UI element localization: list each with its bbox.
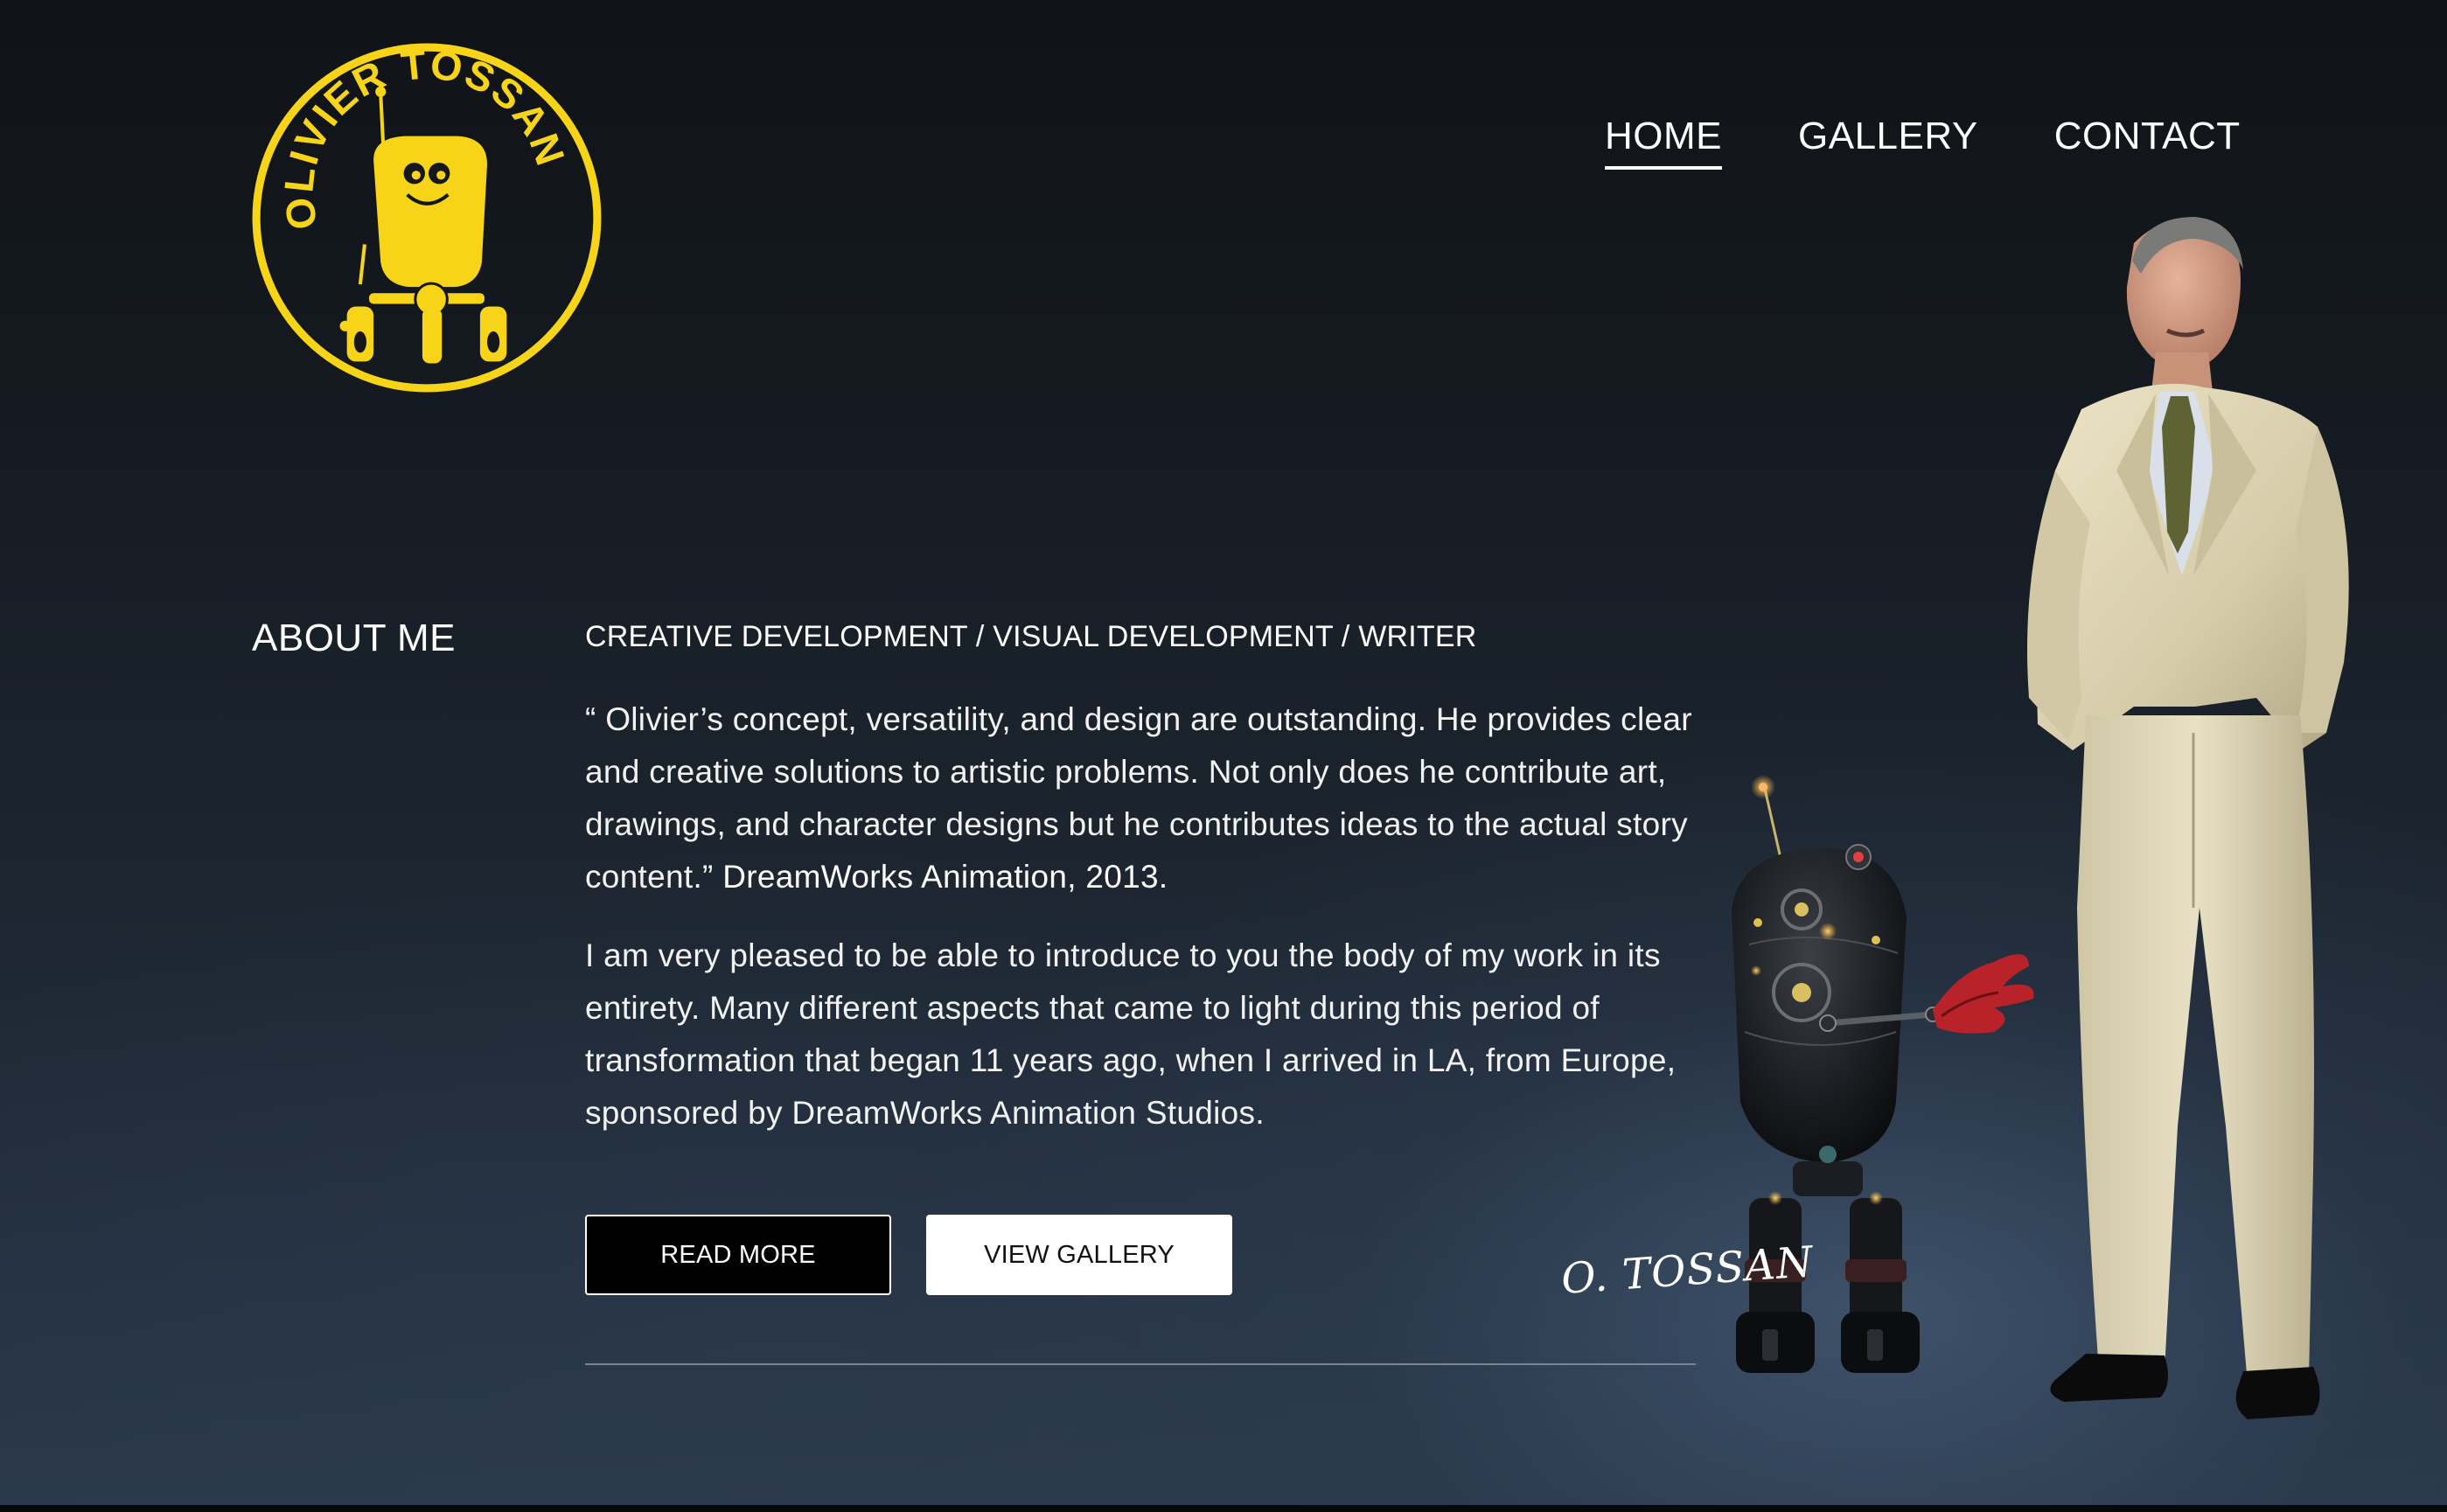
nav-gallery[interactable]: GALLERY <box>1798 115 1978 170</box>
main-nav: HOME GALLERY CONTACT <box>1605 115 2241 171</box>
content-divider <box>585 1363 1696 1365</box>
quote-credit: DreamWorks Animation, 2013. <box>722 858 1168 895</box>
about-subtitle: CREATIVE DEVELOPMENT / VISUAL DEVELOPMEN… <box>585 620 1477 653</box>
about-heading: ABOUT ME <box>252 617 457 659</box>
testimonial-quote: “ Olivier’s concept, versatility, and de… <box>585 693 1713 903</box>
nav-home[interactable]: HOME <box>1605 115 1722 171</box>
about-content: CREATIVE DEVELOPMENT / VISUAL DEVELOPMEN… <box>585 619 1713 1295</box>
read-more-button[interactable]: READ MORE <box>585 1215 891 1295</box>
portrait-photo <box>1994 208 2405 1432</box>
nav-contact[interactable]: CONTACT <box>2054 115 2241 170</box>
intro-paragraph: I am very pleased to be able to introduc… <box>585 937 1677 1131</box>
page: OLIVIER TOSSAN HOME GALLERY CONTACT ABOU… <box>0 0 2447 1512</box>
view-gallery-button[interactable]: VIEW GALLERY <box>926 1215 1232 1295</box>
logo-robot-icon: OLIVIER TOSSAN <box>252 41 602 393</box>
action-buttons: READ MORE VIEW GALLERY <box>585 1215 1232 1295</box>
logo[interactable]: OLIVIER TOSSAN <box>249 40 604 395</box>
bottom-strip <box>0 1505 2447 1512</box>
